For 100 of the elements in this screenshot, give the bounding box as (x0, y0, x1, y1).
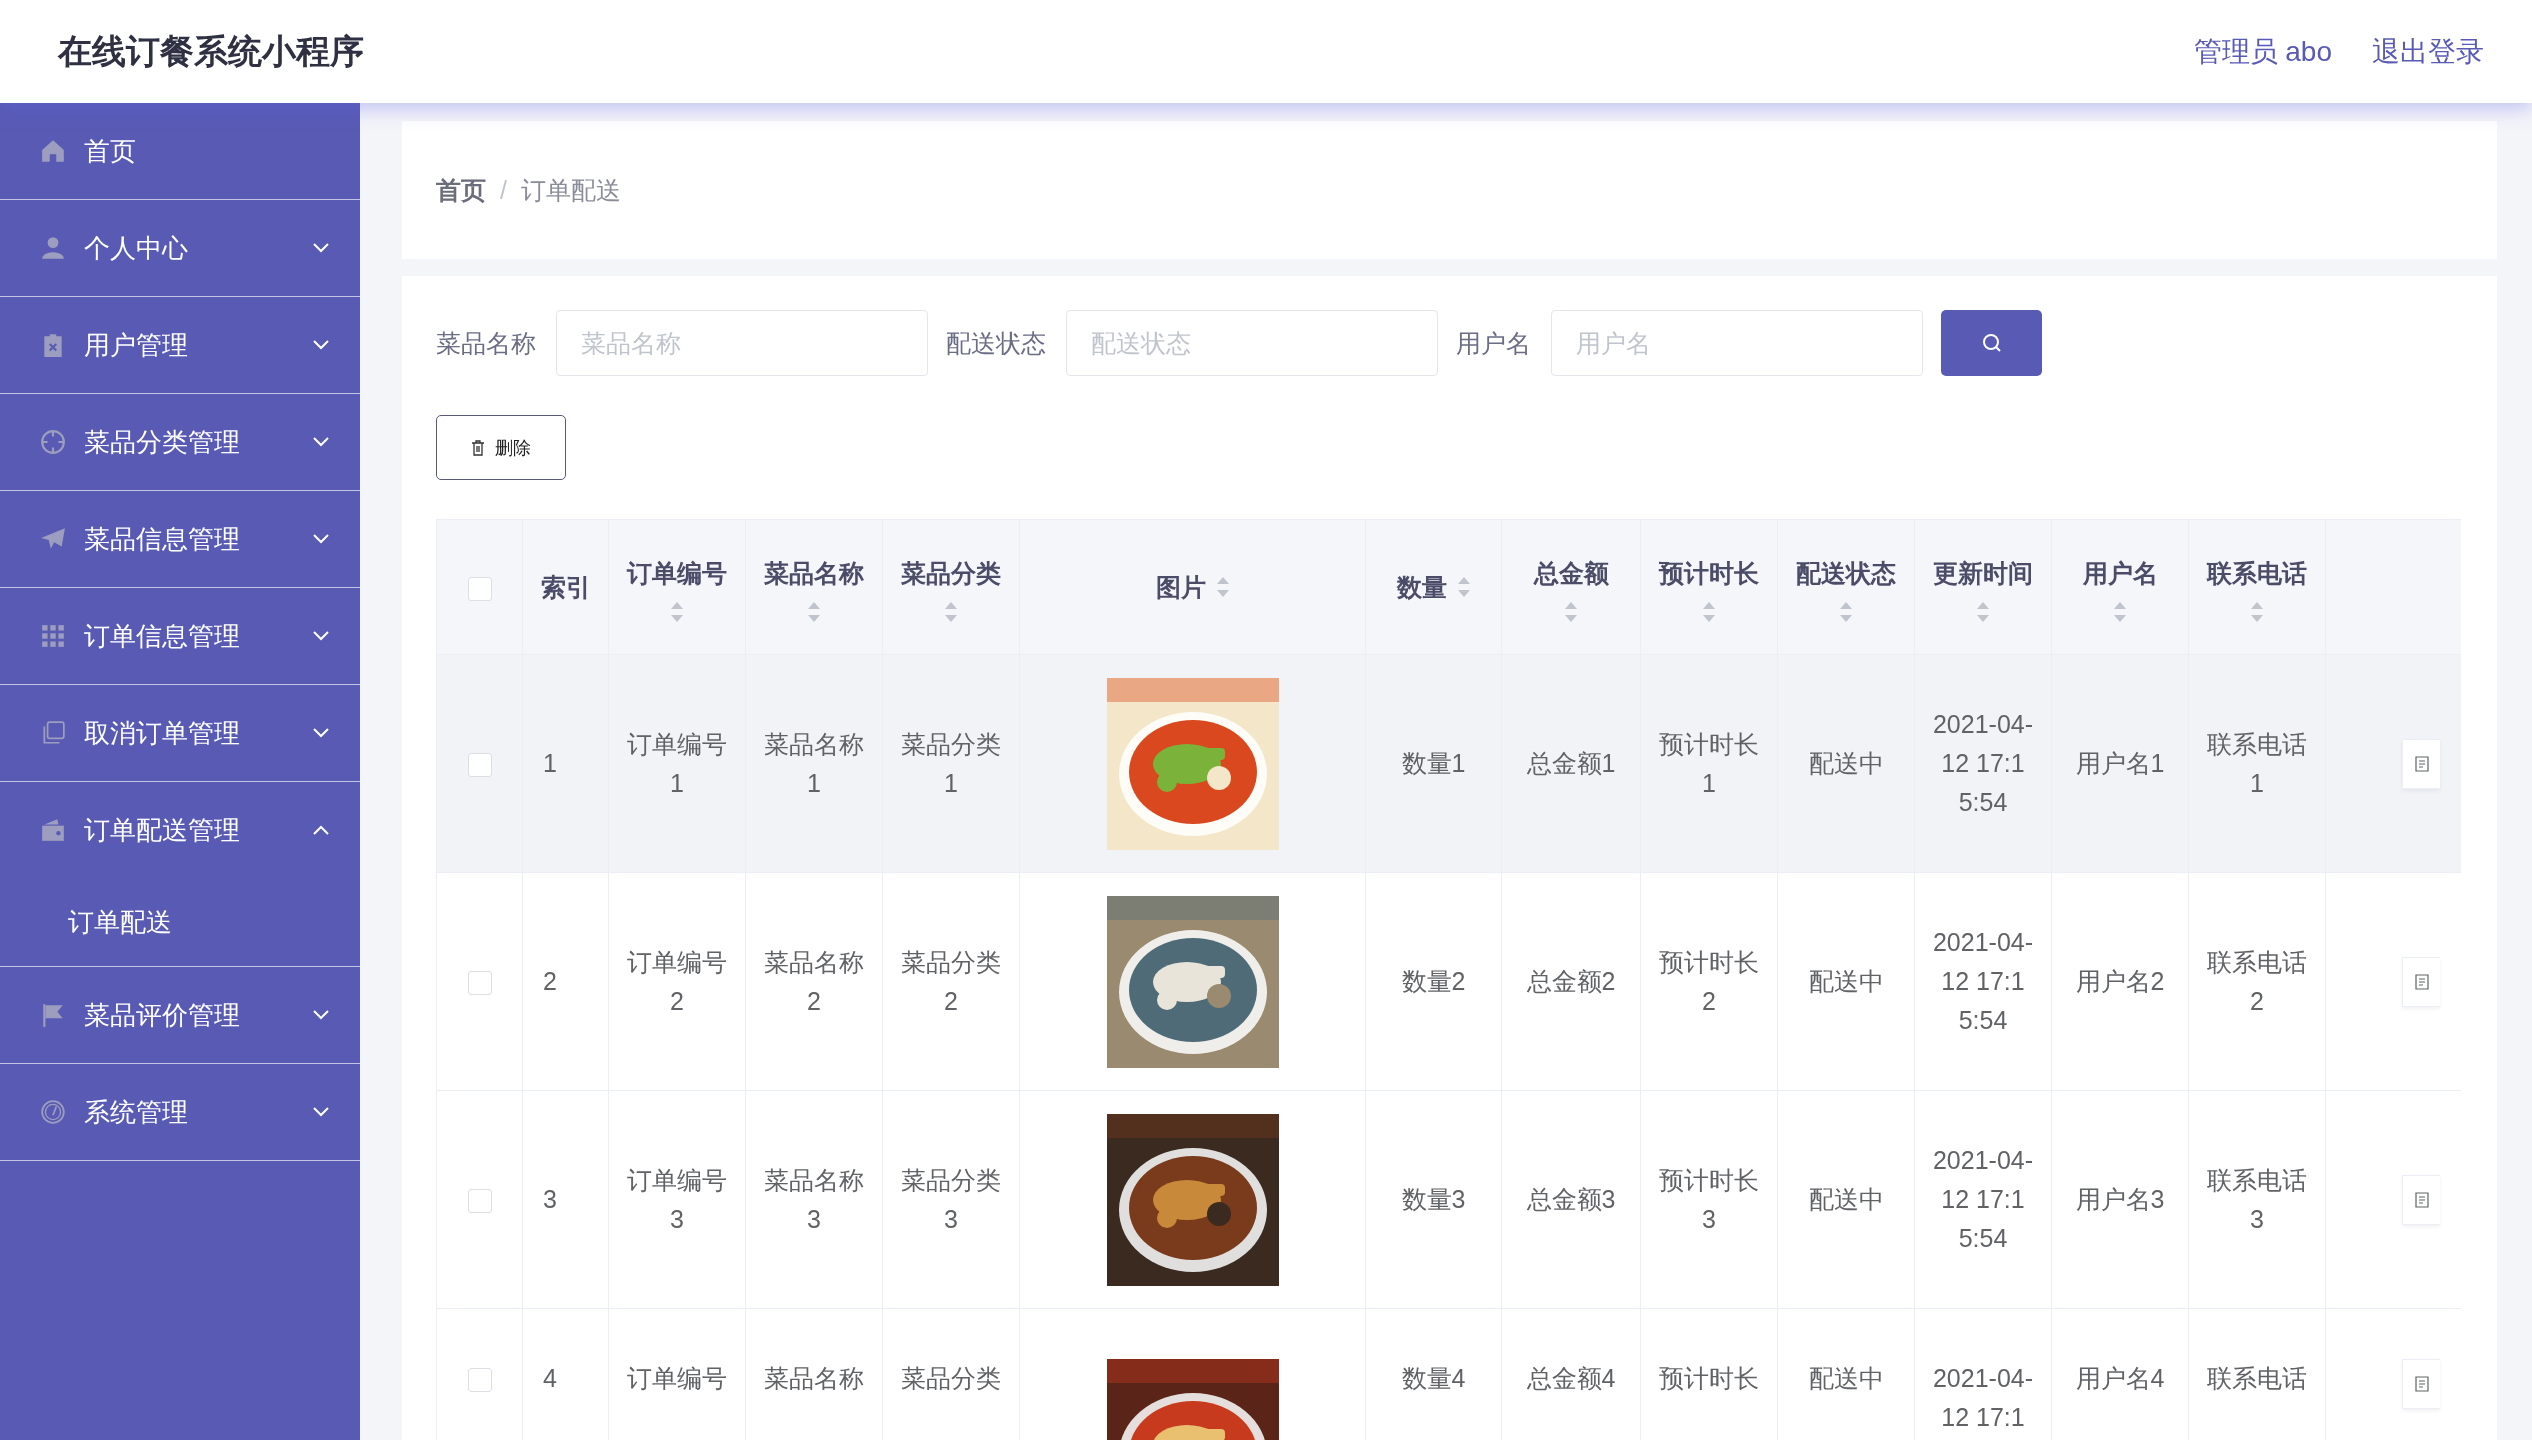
table-cell: 订单编号 (627, 1364, 727, 1392)
column-header[interactable]: 用户名 (2082, 556, 2158, 590)
app-title: 在线订餐系统小程序 (58, 30, 364, 72)
sidebar-item[interactable]: 菜品信息管理 (0, 491, 360, 587)
checkbox[interactable] (467, 1368, 492, 1393)
grid-icon (40, 623, 66, 649)
table-cell: 4 (543, 1364, 557, 1392)
logout-link[interactable]: 退出登录 (2372, 32, 2484, 71)
table-cell: 2 (543, 967, 557, 995)
user-link[interactable]: 管理员 abo (2193, 32, 2332, 71)
table-cell: 总金额1 (1526, 749, 1616, 777)
breadcrumb-separator: / (500, 175, 507, 205)
table-cell: 联系电话3 (2207, 1165, 2307, 1233)
sidebar-item[interactable]: 菜品评价管理 (0, 967, 360, 1063)
table-cell: 1 (543, 749, 557, 777)
table-cell: 用户名3 (2075, 1185, 2165, 1213)
column-header[interactable]: 图片 (1155, 570, 1206, 604)
sidebar-item[interactable]: 取消订单管理 (0, 685, 360, 781)
gauge-icon (40, 1099, 66, 1125)
delete-button[interactable]: 删除 (436, 415, 566, 480)
breadcrumb-item: 订单配送 (520, 174, 621, 206)
document-icon (2414, 1376, 2429, 1392)
sidebar-item[interactable]: 用户管理 (0, 297, 360, 393)
sidebar-item[interactable]: 系统管理 (0, 1064, 360, 1160)
details-button[interactable] (2402, 956, 2440, 1007)
column-header[interactable]: 菜品名称 (764, 556, 864, 590)
table-cell: 数量4 (1401, 1364, 1466, 1392)
column-header[interactable]: 菜品分类 (901, 556, 1001, 590)
sidebar-item[interactable]: 首页 (0, 103, 360, 199)
table-cell: 总金额4 (1526, 1364, 1616, 1392)
checkbox[interactable] (467, 971, 492, 996)
search-button[interactable] (1941, 310, 2042, 376)
table-cell: 订单编号3 (627, 1165, 727, 1233)
field-label: 配送状态 (946, 327, 1046, 359)
table-cell: 菜品分类2 (901, 947, 1001, 1015)
search-field[interactable]: 配送状态 (1066, 310, 1438, 376)
table-cell: 2021-04-12 17:15:54 (1932, 928, 2034, 1034)
table-cell: 3 (543, 1185, 557, 1213)
table-cell: 预计时长3 (1659, 1165, 1759, 1233)
document-icon (2414, 1191, 2429, 1208)
column-header[interactable]: 数量 (1396, 570, 1447, 604)
table-cell: 用户名2 (2075, 967, 2165, 995)
checkbox[interactable] (467, 753, 492, 778)
document-icon (2414, 755, 2429, 772)
table-cell: 菜品名称 (764, 1364, 864, 1392)
search-field[interactable]: 菜品名称 (556, 310, 928, 376)
sidebar-item[interactable]: 订单配送管理 (0, 782, 360, 878)
table-cell: 总金额3 (1526, 1185, 1616, 1213)
table-cell: 配送中 (1808, 1364, 1884, 1392)
column-header[interactable]: 联系电话 (2207, 556, 2307, 590)
breadcrumb-item[interactable]: 首页 (436, 173, 486, 207)
details-button[interactable] (2402, 1359, 2440, 1409)
field-label: 用户名 (1456, 327, 1531, 359)
wallet-icon (40, 817, 66, 843)
table-cell: 联系电话 (2207, 1364, 2307, 1392)
home-icon (40, 138, 66, 164)
column-header[interactable]: 总金额 (1533, 556, 1609, 590)
column-header[interactable]: 预计时长 (1659, 556, 1759, 590)
table-cell: 菜品分类 (901, 1364, 1001, 1392)
table-cell: 配送中 (1808, 749, 1884, 777)
table-cell: 联系电话1 (2207, 729, 2307, 797)
column-header[interactable]: 更新时间 (1933, 556, 2033, 590)
flag-icon (40, 1002, 66, 1028)
sidebar-item[interactable]: 订单信息管理 (0, 588, 360, 684)
table-cell: 预计时长1 (1659, 729, 1759, 797)
copy-icon (40, 720, 66, 746)
table-cell: 菜品分类1 (901, 729, 1001, 797)
table-cell: 2021-04-12 17:15:54 (1932, 710, 2034, 816)
sidebar-subitem[interactable]: 订单配送 (0, 878, 360, 966)
table-cell: 数量2 (1401, 967, 1466, 995)
details-button[interactable] (2402, 738, 2440, 789)
crosshair-icon (40, 429, 66, 455)
search-field[interactable]: 用户名 (1551, 310, 1923, 376)
sort-icon[interactable] (1215, 575, 1230, 599)
field-label: 菜品名称 (436, 327, 536, 359)
table-cell: 菜品名称1 (764, 729, 864, 797)
table-cell: 2021-04-12 17:15:54 (1932, 1146, 2034, 1252)
checkbox[interactable] (467, 1189, 492, 1214)
table-cell: 配送中 (1808, 967, 1884, 995)
column-header[interactable]: 索引 (540, 570, 591, 604)
table-cell: 菜品名称2 (764, 947, 864, 1015)
sort-icon[interactable] (1456, 575, 1471, 599)
table-cell: 预计时长 (1659, 1364, 1759, 1392)
table-cell: 联系电话2 (2207, 947, 2307, 1015)
details-button[interactable] (2402, 1174, 2440, 1225)
checkbox[interactable] (467, 576, 492, 601)
column-header[interactable]: 配送状态 (1796, 556, 1896, 590)
table-cell: 订单编号1 (627, 729, 727, 797)
search-icon (1980, 332, 2003, 354)
table-cell: 用户名4 (2075, 1364, 2165, 1392)
table-cell: 配送中 (1808, 1185, 1884, 1213)
trash-icon (471, 439, 485, 456)
table-cell: 菜品名称3 (764, 1165, 864, 1233)
table-cell: 数量1 (1401, 749, 1466, 777)
table-cell: 订单编号2 (627, 947, 727, 1015)
sidebar-item[interactable]: 个人中心 (0, 200, 360, 296)
sidebar-item[interactable]: 菜品分类管理 (0, 394, 360, 490)
table-cell: 总金额2 (1526, 967, 1616, 995)
table-cell: 数量3 (1401, 1185, 1466, 1213)
column-header[interactable]: 订单编号 (627, 556, 727, 590)
